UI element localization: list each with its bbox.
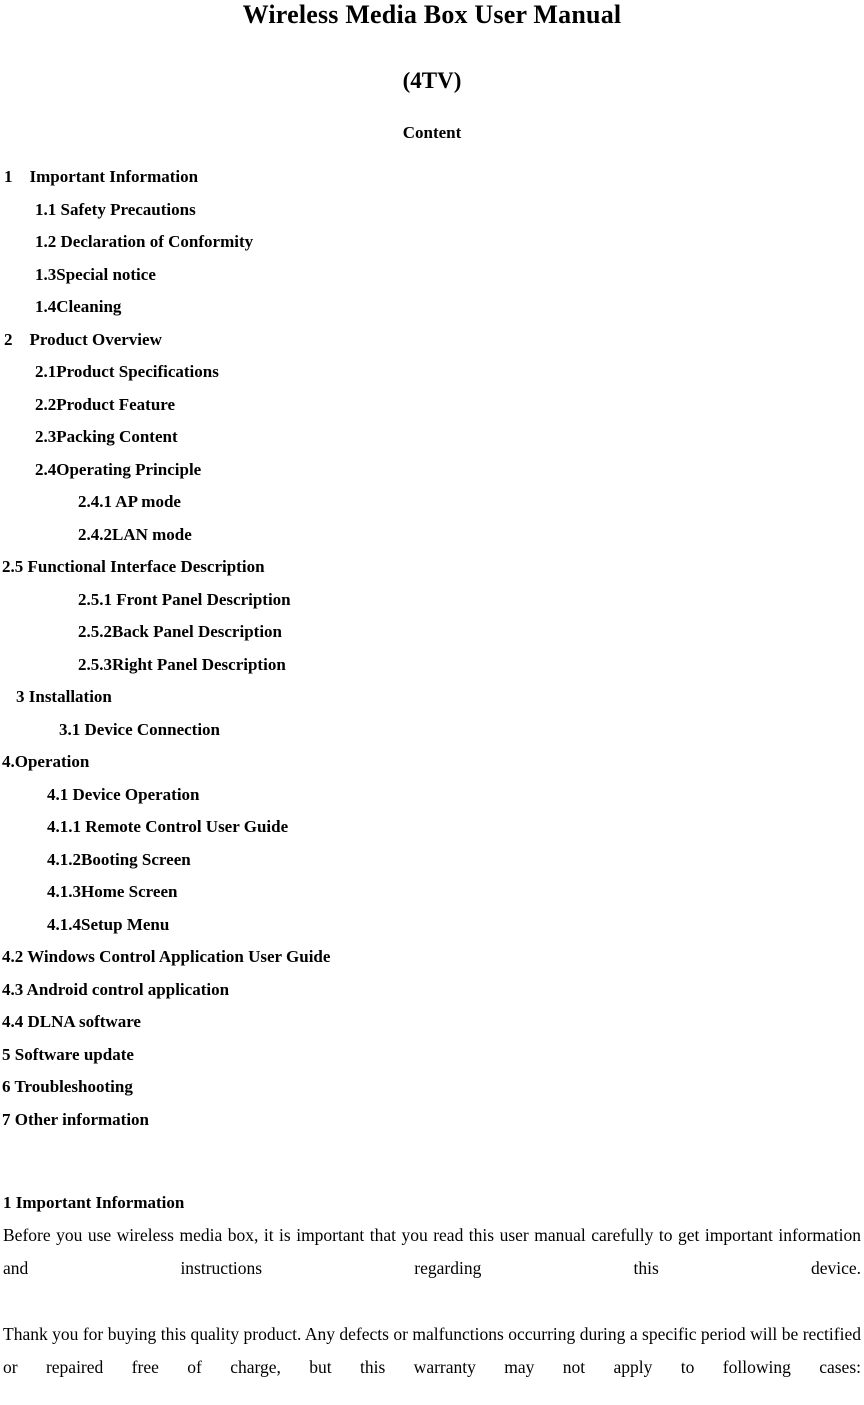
toc-entry[interactable]: 2.2Product Feature [2, 389, 862, 422]
document-title: Wireless Media Box User Manual [242, 0, 622, 29]
toc-entry[interactable]: 1.1 Safety Precautions [2, 194, 862, 227]
table-of-contents: 1 Important Information 1.1 Safety Precau… [2, 141, 862, 1136]
toc-entry[interactable]: 2.5.1 Front Panel Description [2, 584, 862, 617]
document-subtitle-text: (4TV) [402, 68, 462, 93]
toc-entry[interactable]: 4.4 DLNA software [2, 1006, 862, 1039]
toc-entry[interactable]: 1.3Special notice [2, 259, 862, 292]
toc-entry[interactable]: 2.3Packing Content [2, 421, 862, 454]
toc-entry[interactable]: 1 Important Information [2, 161, 862, 194]
body-section: 1 Important Information Before you use w… [2, 1136, 862, 1405]
toc-entry[interactable]: 4.1.2Booting Screen [2, 844, 862, 877]
toc-entry[interactable]: 4.1.4Setup Menu [2, 909, 862, 942]
toc-entry[interactable]: 2.1Product Specifications [2, 356, 862, 389]
toc-entry[interactable]: 2.4.1 AP mode [2, 486, 862, 519]
section-heading-1: 1 Important Information [3, 1193, 185, 1212]
toc-entry[interactable]: 2.5.3Right Panel Description [2, 649, 862, 682]
toc-entry[interactable]: 1.4Cleaning [2, 291, 862, 324]
toc-entry[interactable]: 4.1.1 Remote Control User Guide [2, 811, 862, 844]
toc-entry[interactable]: 6 Troubleshooting [2, 1071, 862, 1104]
toc-entry[interactable]: 4.3 Android control application [2, 974, 862, 1007]
toc-entry[interactable]: 4.1.3Home Screen [2, 876, 862, 909]
toc-entry[interactable]: 2 Product Overview [2, 324, 862, 357]
toc-entry[interactable]: 3.1 Device Connection [2, 714, 862, 747]
document-page: Wireless Media Box User Manual (4TV) Con… [0, 0, 864, 1405]
toc-entry[interactable]: 4.2 Windows Control Application User Gui… [2, 941, 862, 974]
toc-entry[interactable]: 4.Operation [2, 746, 862, 779]
toc-entry[interactable]: 3 Installation [2, 681, 862, 714]
toc-entry[interactable]: 7 Other information [2, 1104, 862, 1137]
toc-entry[interactable]: 2.5 Functional Interface Description [2, 551, 862, 584]
content-heading: Content [402, 123, 462, 142]
document-subtitle: (4TV) [2, 28, 862, 92]
toc-entry[interactable]: 1.2 Declaration of Conformity [2, 226, 862, 259]
paragraph-intro: Before you use wireless media box, it is… [3, 1225, 861, 1278]
toc-entry[interactable]: 2.5.2Back Panel Description [2, 616, 862, 649]
paragraph-warranty: Thank you for buying this quality produc… [3, 1324, 861, 1377]
toc-entry[interactable]: 4.1 Device Operation [2, 779, 862, 812]
toc-entry[interactable]: 2.4Operating Principle [2, 454, 862, 487]
toc-entry[interactable]: 5 Software update [2, 1039, 862, 1072]
toc-entry[interactable]: 2.4.2LAN mode [2, 519, 862, 552]
